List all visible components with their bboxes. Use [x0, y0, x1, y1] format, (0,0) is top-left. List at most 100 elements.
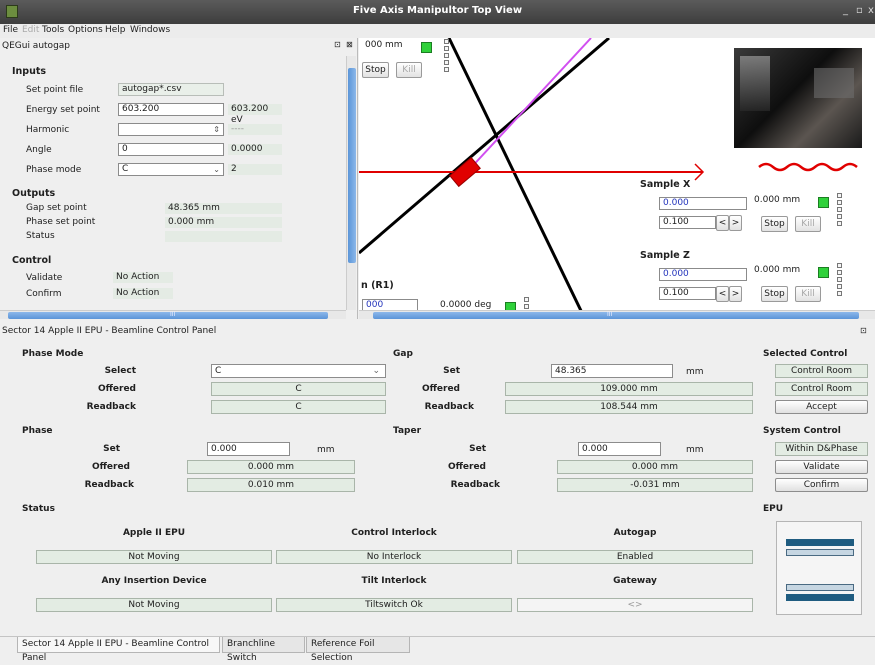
validate-button[interactable]: Validate [775, 460, 868, 474]
bottom-tab-bar: Sector 14 Apple II EPU - Beamline Contro… [0, 636, 875, 664]
phase-mode-offered: C [211, 382, 386, 396]
sample-z-kill-button[interactable]: Kill [795, 286, 821, 302]
indicator-dots [837, 193, 842, 228]
tab-reference-foil-selection[interactable]: Reference Foil Selection [306, 637, 410, 663]
insertion-device-label: Any Insertion Device [101, 576, 207, 586]
confirm-label: Confirm [26, 289, 62, 299]
energy-readback: 603.200 eV [228, 104, 282, 125]
taper-title: Taper [393, 426, 422, 436]
sample-x-status-led [818, 197, 829, 208]
scroll-grip: III [170, 311, 176, 318]
manipulator-view: 000 mm Stop Kill Sample X 0.000 0.000 mm… [359, 38, 875, 319]
phase-set-input[interactable]: 0.000 [207, 442, 290, 456]
phase-set-label: Set [103, 444, 120, 454]
panel-close-icon[interactable]: ⊠ [346, 40, 353, 49]
sample-z-title: Sample Z [640, 250, 690, 261]
autogap-horizontal-scrollbar[interactable]: III [0, 310, 346, 319]
status-led [421, 42, 432, 53]
phase-mode-select[interactable]: C ⌄ [211, 364, 386, 378]
menu-windows[interactable]: Windows [130, 25, 170, 35]
menu-options[interactable]: Options [68, 25, 103, 35]
epu-upper-front-array [786, 539, 854, 546]
view-horizontal-scrollbar[interactable]: III [359, 310, 875, 319]
accept-button[interactable]: Accept [775, 400, 868, 414]
phase-set-point-value: 0.000 mm [165, 217, 282, 228]
tab-branchline-switch[interactable]: Branchline Switch [222, 637, 305, 663]
confirm-button[interactable]: Confirm [775, 478, 868, 492]
insertion-device-status: Not Moving [36, 598, 272, 612]
sample-z-setpoint-input[interactable]: 0.000 [659, 268, 747, 281]
minimize-button[interactable]: _ [843, 5, 848, 16]
sample-z-stop-button[interactable]: Stop [761, 286, 788, 302]
select-label: Select [104, 366, 136, 376]
camera-highlight [740, 56, 770, 111]
sample-z-decrement-button[interactable]: < [716, 286, 729, 302]
menu-bar: File Edit Tools Options Help Windows [0, 24, 875, 38]
panel-float-icon[interactable]: ⊡ [860, 326, 867, 335]
phase-mode-select-value: C [215, 366, 222, 376]
sample-x-decrement-button[interactable]: < [716, 215, 729, 231]
sample-z-status-led [818, 267, 829, 278]
readback-label: Readback [86, 402, 136, 412]
control-interlock-label: Control Interlock [351, 528, 437, 538]
phase-title: Phase [22, 426, 53, 436]
menu-file[interactable]: File [3, 25, 18, 35]
phase-mode-select[interactable]: C ⌄ [118, 163, 224, 176]
panel-float-icon[interactable]: ⊡ [334, 40, 341, 49]
sample-x-setpoint-input[interactable]: 0.000 [659, 197, 747, 210]
menu-tools[interactable]: Tools [42, 25, 64, 35]
epu-lower-back-array [786, 584, 854, 591]
harmonic-select[interactable]: ⇕ [118, 123, 224, 136]
stop-button[interactable]: Stop [362, 62, 389, 78]
scrollbar-thumb[interactable] [373, 312, 859, 319]
sample-x-step-input[interactable]: 0.100 [659, 216, 716, 229]
apple-epu-label: Apple II EPU [122, 528, 186, 538]
axis-line [447, 38, 587, 319]
maximize-button[interactable]: ▫ [856, 5, 863, 16]
tilt-interlock-label: Tilt Interlock [361, 576, 427, 586]
sample-x-increment-button[interactable]: > [729, 215, 742, 231]
epu-title: EPU [763, 504, 784, 514]
epu-magnet-diagram [776, 521, 862, 615]
sample-x-kill-button[interactable]: Kill [795, 216, 821, 232]
sample-z-step-input[interactable]: 0.100 [659, 287, 716, 300]
gateway-status: <> [517, 598, 753, 612]
menu-help[interactable]: Help [105, 25, 126, 35]
sample-x-title: Sample X [640, 179, 691, 190]
gap-set-input[interactable]: 48.365 [551, 364, 673, 378]
scrollbar-thumb[interactable] [8, 312, 328, 319]
phase-offered: 0.000 mm [187, 460, 355, 474]
harmonic-label: Harmonic [26, 125, 70, 135]
tab-beamline-control-panel[interactable]: Sector 14 Apple II EPU - Beamline Contro… [17, 637, 220, 663]
autogap-vertical-scrollbar[interactable] [346, 56, 356, 310]
sample-z-increment-button[interactable]: > [729, 286, 742, 302]
taper-set-input[interactable]: 0.000 [578, 442, 661, 456]
menu-edit[interactable]: Edit [22, 25, 39, 35]
sample-x-readback: 0.000 mm [751, 195, 813, 208]
window-titlebar[interactable]: Five Axis Manipultor Top View _ ▫ x [0, 0, 875, 24]
inputs-heading: Inputs [12, 66, 47, 77]
tilt-interlock-status: Tiltswitch Ok [276, 598, 512, 612]
set-point-file-field[interactable]: autogap*.csv [118, 83, 224, 96]
phase-offered-label: Offered [91, 462, 130, 472]
energy-set-point-input[interactable]: 603.200 [118, 103, 224, 116]
sample-x-stop-button[interactable]: Stop [761, 216, 788, 232]
phase-readback-label: Readback [84, 480, 134, 490]
scrollbar-thumb[interactable] [348, 68, 356, 263]
close-button[interactable]: x [868, 5, 874, 16]
outputs-heading: Outputs [12, 188, 56, 199]
taper-set-label: Set [469, 444, 486, 454]
autogap-panel-title: QEGui autogap [2, 41, 71, 51]
selected-control-offered: Control Room [775, 382, 868, 396]
beam-wave [758, 162, 858, 172]
angle-input[interactable]: 0 [118, 143, 224, 156]
gap-offered: 109.000 mm [505, 382, 753, 396]
system-control-value: Within D&Phase [775, 442, 868, 456]
indicator-dots [524, 297, 529, 311]
autogap-status: Enabled [517, 550, 753, 564]
indicator-dots [837, 263, 842, 298]
taper-readback-label: Readback [450, 480, 500, 490]
autogap-label: Autogap [613, 528, 657, 538]
kill-button[interactable]: Kill [396, 62, 422, 78]
camera-image [734, 48, 862, 148]
